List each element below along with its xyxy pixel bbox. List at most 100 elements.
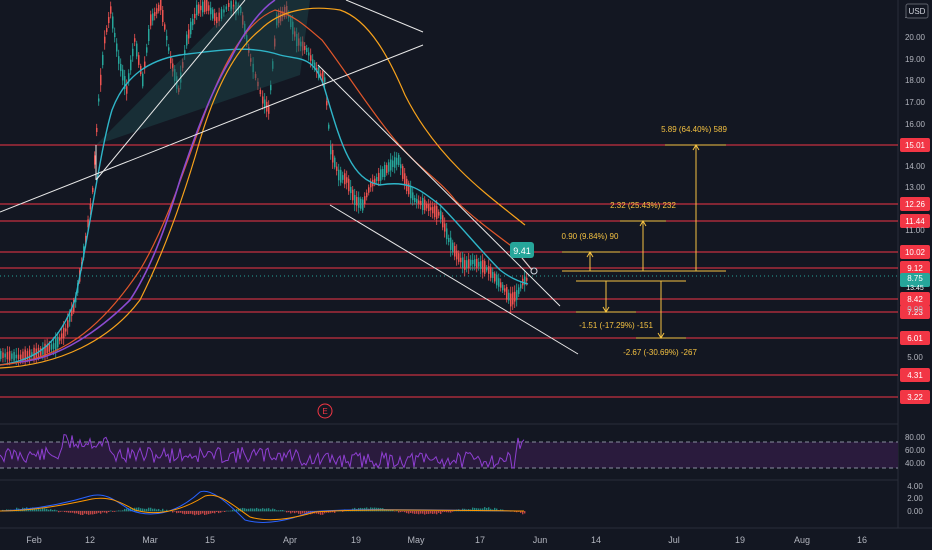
earnings-marker[interactable]: E	[317, 403, 333, 419]
macd-histogram-bar	[218, 511, 220, 514]
candle-body	[388, 162, 390, 172]
candle-body	[470, 259, 472, 266]
candle-body	[380, 169, 382, 181]
macd-histogram-bar	[74, 511, 76, 514]
macd-histogram-bar	[282, 510, 284, 512]
macd-histogram-bar	[202, 511, 204, 514]
candle-body	[362, 199, 364, 211]
macd-histogram-bar	[76, 511, 78, 514]
candle-body	[270, 84, 272, 91]
candle-body	[440, 210, 442, 220]
candle-body	[110, 6, 112, 14]
candle-body	[262, 96, 264, 104]
candle-body	[364, 196, 366, 204]
candle-body	[458, 253, 460, 262]
macd-axis-tick: 2.00	[907, 494, 923, 503]
macd-histogram-bar	[112, 511, 114, 512]
macd-histogram-bar	[420, 511, 422, 514]
candle-body	[370, 182, 372, 188]
time-axis-label: 19	[351, 535, 361, 545]
candle-body	[412, 192, 414, 201]
macd-histogram-bar	[40, 509, 42, 512]
macd-histogram-bar	[100, 511, 102, 514]
macd-histogram-bar	[208, 511, 210, 515]
candle-body	[428, 204, 430, 211]
macd-histogram-bar	[156, 509, 158, 512]
candle-body	[450, 237, 452, 250]
candle-body	[212, 9, 214, 19]
candle-body	[324, 77, 326, 83]
macd-histogram-bar	[184, 511, 186, 515]
candle-body	[218, 12, 220, 22]
macd-histogram-bar	[78, 511, 80, 515]
candle-body	[146, 47, 148, 53]
candle-body	[67, 320, 69, 328]
candle-body	[11, 353, 13, 359]
candle-body	[484, 261, 486, 274]
candle-body	[202, 1, 204, 13]
macd-histogram-bar	[400, 511, 402, 513]
candle-body	[500, 282, 502, 288]
candle-body	[206, 0, 208, 11]
macd-histogram-bar	[434, 511, 436, 514]
macd-histogram-bar	[214, 511, 216, 514]
macd-histogram-bar	[402, 511, 404, 512]
candle-body	[264, 99, 266, 108]
candle-body	[126, 86, 128, 94]
macd-histogram-bar	[450, 511, 452, 513]
candle-body	[61, 333, 63, 339]
macd-histogram-bar	[204, 511, 206, 515]
time-axis-label: Jul	[668, 535, 680, 545]
candle-body	[152, 13, 154, 21]
macd-histogram-bar	[80, 511, 82, 515]
macd-histogram-bar	[146, 508, 148, 512]
candle-body	[92, 187, 94, 193]
candle-body	[516, 290, 518, 300]
macd-histogram-bar	[410, 511, 412, 513]
macd-histogram-bar	[276, 510, 278, 512]
candle-body	[4, 353, 6, 358]
candle-body	[354, 194, 356, 206]
candle-body	[486, 267, 488, 271]
candle-body	[436, 206, 438, 219]
currency-label: USD	[909, 7, 926, 16]
currency-badge[interactable]: USD	[905, 3, 929, 19]
macd-histogram-bar	[290, 511, 292, 514]
macd-histogram-bar	[64, 511, 66, 513]
candle-body	[208, 5, 210, 11]
macd-histogram-bar	[260, 508, 262, 512]
macd-histogram-bar	[98, 511, 100, 513]
chart-canvas[interactable]: 5.89 (64.40%) 589 2.32 (25.43%) 232 0.90 (…	[0, 0, 932, 550]
current-price-value: 8.75	[907, 274, 923, 283]
candle-body	[116, 43, 118, 52]
macd-histogram-bar	[440, 511, 442, 514]
candle-body	[130, 59, 132, 71]
level-tag-label: 8.42	[907, 295, 923, 304]
candle-body	[488, 266, 490, 274]
macd-axis-tick: 4.00	[907, 482, 923, 491]
candle-body	[268, 106, 270, 114]
candle-body	[462, 257, 464, 268]
macd-histogram-bar	[194, 511, 196, 516]
macd-histogram-bar	[106, 511, 108, 514]
macd-histogram-bar	[262, 508, 264, 512]
candle-body	[474, 259, 476, 267]
macd-histogram-bar	[36, 508, 38, 512]
candle-body	[17, 354, 20, 359]
macd-histogram-bar	[164, 510, 166, 512]
candle-body	[138, 55, 140, 65]
macd-histogram-bar	[154, 508, 156, 512]
candle-body	[452, 242, 454, 253]
candle-body	[13, 352, 15, 361]
candle-body	[306, 48, 308, 52]
candle-body	[480, 261, 482, 269]
candle-body	[57, 336, 59, 348]
macd-histogram-bar	[72, 511, 74, 513]
price-axis-tick: 5.00	[907, 353, 923, 362]
candle-body	[200, 5, 202, 11]
candle-body	[158, 4, 160, 12]
macd-histogram-bar	[176, 511, 178, 514]
candle-body	[466, 260, 468, 269]
candle-body	[120, 63, 122, 72]
measure-label: -2.67 (-30.69%) -267	[623, 348, 697, 357]
